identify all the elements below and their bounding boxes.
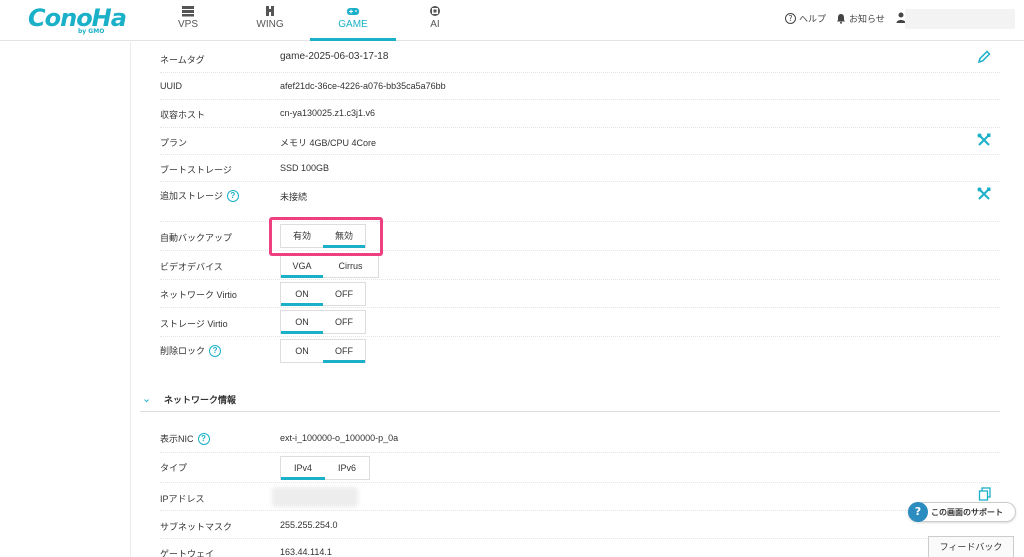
top-header: ConoHa by GMO VPS WING GAME AI ? ヘルプ お知ら… <box>0 0 1024 41</box>
plan-settings-tools-icon[interactable] <box>976 132 992 148</box>
network-section-title: ネットワーク情報 <box>164 395 237 405</box>
nic-help-icon[interactable]: ? <box>197 432 210 445</box>
question-icon: ? <box>908 502 928 522</box>
row-delete-lock: 削除ロック ? ON OFF <box>160 337 1000 366</box>
nic-value: ext-i_100000-o_100000-p_0a <box>280 433 399 443</box>
row-ip-type: タイプ IPv4 IPv6 <box>160 453 1000 483</box>
user-account-menu[interactable] <box>905 9 1015 29</box>
ai-chip-icon <box>430 6 440 16</box>
edit-pencil-icon[interactable] <box>976 49 992 65</box>
boot-storage-label: ブートストレージ <box>160 165 232 175</box>
delete-lock-on-option[interactable]: ON <box>281 340 323 362</box>
plan-label: プラン <box>160 138 188 148</box>
name-tag-value: game-2025-06-03-17-18 <box>280 51 389 62</box>
boot-storage-value: SSD 100GB <box>280 163 330 173</box>
subnet-label: サブネットマスク <box>160 522 233 532</box>
auto-backup-highlight <box>269 217 383 256</box>
plan-value: メモリ 4GB/CPU 4Core <box>280 138 377 148</box>
delete-lock-label-wrap: 削除ロック ? <box>160 344 222 357</box>
extra-storage-help-icon[interactable]: ? <box>226 189 239 202</box>
row-gateway: ゲートウェイ 163.44.114.1 <box>160 539 1000 557</box>
tab-ai[interactable]: AI <box>392 0 478 41</box>
row-boot-storage: ブートストレージ SSD 100GB <box>160 155 1000 182</box>
storage-virtio-off-option[interactable]: OFF <box>323 311 365 333</box>
help-icon: ? <box>785 13 796 24</box>
video-device-label: ビデオデバイス <box>160 262 223 272</box>
bell-icon <box>837 14 845 24</box>
network-section-header[interactable]: ⌄ ネットワーク情報 <box>140 390 1000 412</box>
chevron-down-icon: ⌄ <box>142 392 152 405</box>
gateway-label: ゲートウェイ <box>160 549 215 557</box>
copy-icon[interactable] <box>977 486 993 502</box>
help-link[interactable]: ? ヘルプ <box>785 12 826 25</box>
uuid-value: afef21dc-36ce-4226-a076-bb35ca5a76bb <box>280 81 446 91</box>
delete-lock-toggle[interactable]: ON OFF <box>280 339 366 363</box>
storage-virtio-label: ストレージ Virtio <box>160 319 228 329</box>
auto-backup-label: 自動バックアップ <box>160 233 233 243</box>
subnet-value: 255.255.254.0 <box>280 520 338 530</box>
tab-wing[interactable]: WING <box>227 0 313 41</box>
screen-support-label: この画面のサポート <box>931 507 1003 517</box>
uuid-label: UUID <box>160 81 182 91</box>
ip-type-toggle[interactable]: IPv4 IPv6 <box>280 456 370 480</box>
video-vga-option[interactable]: VGA <box>281 255 323 278</box>
row-host: 収容ホスト cn-ya130025.z1.c3j1.v6 <box>160 100 1000 128</box>
tab-vps[interactable]: VPS <box>145 0 231 41</box>
row-name-tag: ネームタグ game-2025-06-03-17-18 <box>160 46 1000 73</box>
delete-lock-label: 削除ロック <box>160 346 206 356</box>
gateway-value: 163.44.114.1 <box>280 547 332 557</box>
extra-storage-value: 未接続 <box>280 192 308 202</box>
extra-storage-tools-icon[interactable] <box>976 186 992 202</box>
nic-label: 表示NIC <box>160 434 194 444</box>
storage-virtio-on-option[interactable]: ON <box>281 311 323 334</box>
host-value: cn-ya130025.z1.c3j1.v6 <box>280 108 376 118</box>
extra-storage-label-wrap: 追加ストレージ ? <box>160 189 239 202</box>
host-label: 収容ホスト <box>160 110 206 120</box>
extra-storage-label: 追加ストレージ <box>160 191 223 201</box>
tab-vps-label: VPS <box>177 19 198 30</box>
ipv6-option[interactable]: IPv6 <box>325 457 369 479</box>
screen-support-button[interactable]: ? この画面のサポート <box>908 502 1016 522</box>
network-virtio-on-option[interactable]: ON <box>281 283 323 306</box>
row-nic: 表示NIC ? ext-i_100000-o_100000-p_0a <box>160 425 1000 453</box>
tab-game-label: GAME <box>338 19 368 30</box>
server-icon <box>182 6 194 17</box>
feedback-button[interactable]: フィードバック <box>928 536 1014 557</box>
ip-address-redacted <box>272 487 358 507</box>
ipv4-option[interactable]: IPv4 <box>281 457 325 480</box>
network-virtio-off-option[interactable]: OFF <box>323 283 365 305</box>
notice-link[interactable]: お知らせ <box>836 12 885 25</box>
wing-icon <box>266 6 274 16</box>
help-label: ヘルプ <box>799 15 827 25</box>
tab-wing-label: WING <box>256 19 284 30</box>
ip-type-label: タイプ <box>160 463 188 473</box>
logo-text: ConoHa <box>28 4 127 32</box>
tab-game[interactable]: GAME <box>310 0 396 41</box>
storage-virtio-toggle[interactable]: ON OFF <box>280 310 366 334</box>
network-virtio-label: ネットワーク Virtio <box>160 290 237 300</box>
nic-label-wrap: 表示NIC ? <box>160 432 210 445</box>
row-extra-storage: 追加ストレージ ? 未接続 <box>160 182 1000 222</box>
ip-address-label: IPアドレス <box>160 494 205 504</box>
row-network-virtio: ネットワーク Virtio ON OFF <box>160 280 1000 308</box>
conoha-logo[interactable]: ConoHa by GMO <box>28 4 127 36</box>
delete-lock-help-icon[interactable]: ? <box>209 344 222 357</box>
delete-lock-off-option[interactable]: OFF <box>323 340 365 363</box>
row-storage-virtio: ストレージ Virtio ON OFF <box>160 308 1000 337</box>
video-cirrus-option[interactable]: Cirrus <box>323 255 378 277</box>
network-virtio-toggle[interactable]: ON OFF <box>280 282 366 306</box>
row-subnet: サブネットマスク 255.255.254.0 <box>160 511 1000 539</box>
gamepad-icon <box>347 8 359 15</box>
notice-label: お知らせ <box>849 15 885 25</box>
row-uuid: UUID afef21dc-36ce-4226-a076-bb35ca5a76b… <box>160 73 1000 100</box>
video-device-toggle[interactable]: VGA Cirrus <box>280 254 379 278</box>
logo-sub: by GMO <box>78 28 105 35</box>
name-tag-label: ネームタグ <box>160 55 205 65</box>
row-plan: プラン メモリ 4GB/CPU 4Core <box>160 128 1000 155</box>
tab-ai-label: AI <box>430 19 440 30</box>
